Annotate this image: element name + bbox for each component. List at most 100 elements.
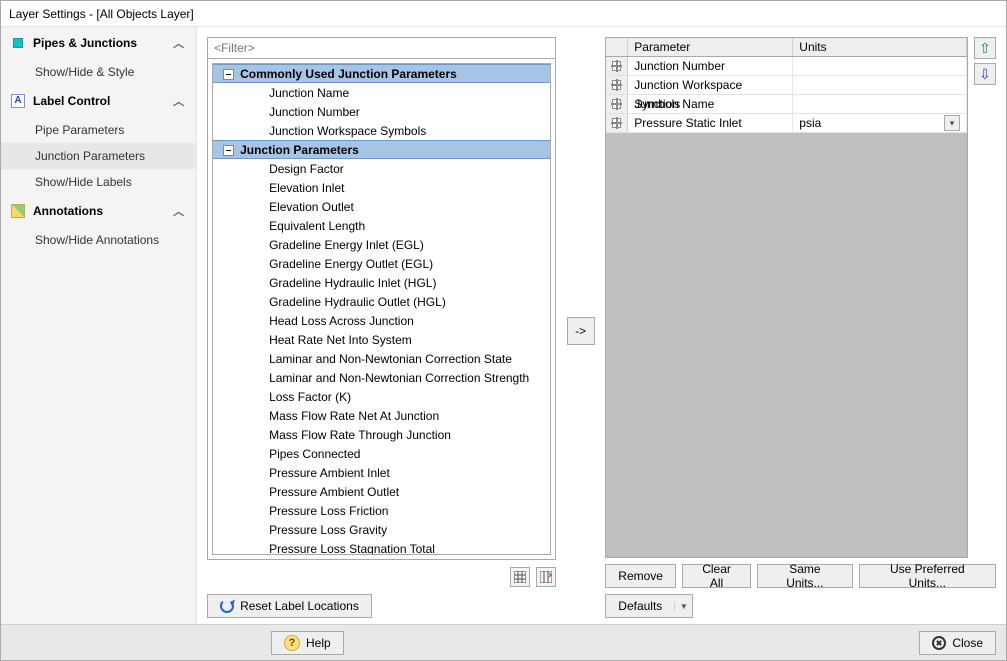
grid-wrap: Parameter Units Junction NumberJunction … xyxy=(605,37,996,558)
reset-icon xyxy=(220,599,234,613)
tree-item[interactable]: Pressure Ambient Inlet xyxy=(213,463,550,482)
tree-item[interactable]: Gradeline Energy Outlet (EGL) xyxy=(213,254,550,273)
same-units-button[interactable]: Same Units... xyxy=(757,564,853,588)
cell-parameter: Junction Workspace Symbols xyxy=(628,76,793,94)
grid-action-buttons: Remove Clear All Same Units... Use Prefe… xyxy=(605,558,996,588)
tree-item[interactable]: Gradeline Hydraulic Inlet (HGL) xyxy=(213,273,550,292)
row-selector-icon xyxy=(612,80,621,90)
units-dropdown-icon[interactable]: ▾ xyxy=(944,115,960,131)
grid-body: Junction NumberJunction Workspace Symbol… xyxy=(606,57,967,133)
cell-units[interactable] xyxy=(793,57,967,75)
row-selector-icon xyxy=(612,118,621,128)
table-row[interactable]: Pressure Static Inlet psia ▾ xyxy=(606,114,967,133)
selected-parameters-grid[interactable]: Parameter Units Junction NumberJunction … xyxy=(605,37,968,558)
grid-icon xyxy=(514,571,526,583)
row-handle[interactable] xyxy=(606,114,628,132)
sidebar-item-pipe-parameters[interactable]: Pipe Parameters xyxy=(1,117,196,143)
tree-item[interactable]: Elevation Inlet xyxy=(213,178,550,197)
arrow-down-icon: ⇩ xyxy=(979,66,991,83)
tree-item[interactable]: Equivalent Length xyxy=(213,216,550,235)
tree-item[interactable]: Pressure Loss Friction xyxy=(213,501,550,520)
tree-item[interactable]: Gradeline Hydraulic Outlet (HGL) xyxy=(213,292,550,311)
layer-settings-window: Layer Settings - [All Objects Layer] Pip… xyxy=(0,0,1007,661)
sidebar-item-label: Junction Parameters xyxy=(35,149,145,163)
cell-units[interactable] xyxy=(793,76,967,94)
parameters-tree[interactable]: –Commonly Used Junction ParametersJuncti… xyxy=(213,64,550,554)
remove-button[interactable]: Remove xyxy=(605,564,676,588)
main-panel: –Commonly Used Junction ParametersJuncti… xyxy=(197,27,1006,624)
grid-header-units[interactable]: Units xyxy=(793,38,967,56)
grid-header-selector[interactable] xyxy=(606,38,628,56)
arrow-right-icon: -> xyxy=(575,324,586,338)
clear-all-button[interactable]: Clear All xyxy=(682,564,751,588)
button-label: Clear All xyxy=(695,562,738,590)
row-handle[interactable] xyxy=(606,95,628,113)
tree-item[interactable]: Junction Workspace Symbols xyxy=(213,121,550,140)
reset-label-locations-button[interactable]: Reset Label Locations xyxy=(207,594,372,618)
collapse-icon[interactable]: – xyxy=(223,69,234,80)
move-column: -> xyxy=(566,37,595,624)
sidebar-group-annotations[interactable]: Annotations ︿ xyxy=(1,195,196,227)
label-control-icon: A xyxy=(11,94,25,108)
tree-item[interactable]: Gradeline Energy Inlet (EGL) xyxy=(213,235,550,254)
defaults-dropdown[interactable]: Defaults ▼ xyxy=(605,594,693,618)
tree-item[interactable]: Mass Flow Rate Through Junction xyxy=(213,425,550,444)
tree-item[interactable]: Junction Name xyxy=(213,83,550,102)
tree-item[interactable]: Head Loss Across Junction xyxy=(213,311,550,330)
tree-wrapper: –Commonly Used Junction ParametersJuncti… xyxy=(207,59,556,560)
button-label: Defaults xyxy=(606,599,674,613)
sidebar: Pipes & Junctions ︿ Show/Hide & Style A … xyxy=(1,27,197,624)
tree-item[interactable]: Mass Flow Rate Net At Junction xyxy=(213,406,550,425)
row-selector-icon xyxy=(612,61,621,71)
units-value: psia xyxy=(799,114,821,133)
row-handle[interactable] xyxy=(606,57,628,75)
grid-header: Parameter Units xyxy=(606,38,967,57)
cell-parameter: Pressure Static Inlet xyxy=(628,114,793,132)
move-down-button[interactable]: ⇩ xyxy=(974,63,996,85)
tree-group[interactable]: –Commonly Used Junction Parameters xyxy=(213,64,550,83)
tree-item[interactable]: Heat Rate Net Into System xyxy=(213,330,550,349)
collapse-icon[interactable]: – xyxy=(223,145,234,156)
tree-item[interactable]: Laminar and Non-Newtonian Correction Str… xyxy=(213,368,550,387)
tree-item[interactable]: Pipes Connected xyxy=(213,444,550,463)
tree-item[interactable]: Pressure Loss Gravity xyxy=(213,520,550,539)
sidebar-item-show-hide-labels[interactable]: Show/Hide Labels xyxy=(1,169,196,195)
table-row[interactable]: Junction Workspace Symbols xyxy=(606,76,967,95)
arrow-up-icon: ⇧ xyxy=(979,40,991,57)
sidebar-item-label: Show/Hide Labels xyxy=(35,175,132,189)
row-handle[interactable] xyxy=(606,76,628,94)
tree-group[interactable]: –Junction Parameters xyxy=(213,140,550,159)
grid-header-parameter[interactable]: Parameter xyxy=(628,38,793,56)
window-body: Pipes & Junctions ︿ Show/Hide & Style A … xyxy=(1,27,1006,624)
use-preferred-units-button[interactable]: Use Preferred Units... xyxy=(859,564,996,588)
tree-item[interactable]: Elevation Outlet xyxy=(213,197,550,216)
add-parameter-button[interactable]: -> xyxy=(567,317,595,345)
tree-item[interactable]: Pressure Ambient Outlet xyxy=(213,482,550,501)
cell-units[interactable] xyxy=(793,95,967,113)
filter-input[interactable] xyxy=(207,37,556,59)
tree-item[interactable]: Design Factor xyxy=(213,159,550,178)
sidebar-item-show-hide-annotations[interactable]: Show/Hide Annotations xyxy=(1,227,196,253)
tree-item[interactable]: Junction Number xyxy=(213,102,550,121)
pipes-junctions-icon xyxy=(11,36,25,50)
grid-icon-button[interactable] xyxy=(510,567,530,587)
sidebar-item-junction-parameters[interactable]: Junction Parameters xyxy=(1,143,196,169)
move-up-button[interactable]: ⇧ xyxy=(974,37,996,59)
chevron-down-icon: ▼ xyxy=(674,602,692,611)
tree-item[interactable]: Laminar and Non-Newtonian Correction Sta… xyxy=(213,349,550,368)
table-row[interactable]: Junction Name xyxy=(606,95,967,114)
close-icon xyxy=(932,636,946,650)
reset-row: Reset Label Locations xyxy=(207,588,556,624)
sidebar-group-label-control[interactable]: A Label Control ︿ xyxy=(1,85,196,117)
tree-item[interactable]: Loss Factor (K) xyxy=(213,387,550,406)
table-row[interactable]: Junction Number xyxy=(606,57,967,76)
close-button[interactable]: Close xyxy=(919,631,996,655)
cell-units[interactable]: psia ▾ xyxy=(793,114,967,132)
selected-parameters-panel: Parameter Units Junction NumberJunction … xyxy=(605,37,996,624)
help-icon: ? xyxy=(284,635,300,651)
sidebar-item-show-hide-style[interactable]: Show/Hide & Style xyxy=(1,59,196,85)
tree-item[interactable]: Pressure Loss Stagnation Total xyxy=(213,539,550,554)
sidebar-group-pipes-junctions[interactable]: Pipes & Junctions ︿ xyxy=(1,27,196,59)
column-settings-button[interactable] xyxy=(536,567,556,587)
help-button[interactable]: ? Help xyxy=(271,631,344,655)
